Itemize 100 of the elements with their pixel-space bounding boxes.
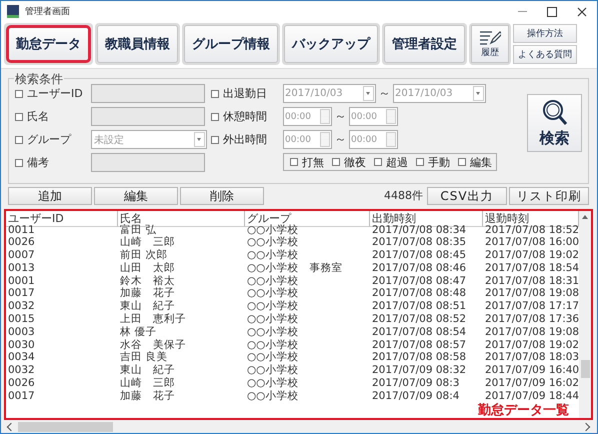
search-icon: [542, 98, 568, 126]
history-button[interactable]: 履歴: [471, 25, 509, 63]
table-cell-text: 2017/07/08 18:54: [484, 262, 580, 275]
table-cell-text: 山田 太郎: [119, 262, 176, 275]
scroll-thumb[interactable]: [580, 360, 590, 378]
input-field[interactable]: [91, 107, 205, 126]
table-cell-text: 2017/07/09 16:40: [484, 364, 580, 378]
nav-tab[interactable]: 勤怠データ: [6, 25, 91, 63]
help-button[interactable]: よくある質問: [513, 45, 577, 64]
table-cell-text: 2017/07/08 18:03: [484, 351, 580, 364]
table-cell-text: 2017/07/08 18:31: [484, 274, 580, 288]
nav-tab[interactable]: バックアップ: [284, 25, 378, 63]
action-button[interactable]: 追加: [8, 186, 92, 205]
table-cell-text: 吉田 良美: [119, 351, 168, 364]
search-button[interactable]: 検索: [527, 94, 582, 152]
table-cell-text: 加藤 花子: [119, 287, 176, 300]
table-cell-text: ○○小学校: [246, 377, 300, 390]
table-cell-text: 2017/07/08 08:54: [371, 326, 468, 339]
table-cell-text: 2017/07/08 08:51: [371, 300, 468, 314]
table-cell-text: ○○小学校: [246, 236, 300, 249]
table-cell-text: ○○小学校: [246, 351, 300, 364]
table-cell-text: 2017/07/08 08:46: [371, 262, 468, 275]
export-button[interactable]: CSV出力: [427, 186, 507, 205]
scroll-up-icon[interactable]: [582, 214, 588, 219]
table-cell-text: 前田 次郎: [119, 249, 168, 262]
export-button[interactable]: リスト印刷: [509, 186, 589, 205]
vertical-scrollbar[interactable]: [579, 210, 591, 418]
checkbox-label: 超過: [386, 154, 408, 170]
input-field[interactable]: [91, 153, 205, 172]
checkbox-label: 手動: [428, 154, 450, 170]
app-icon: [7, 5, 19, 18]
checkbox[interactable]: [290, 158, 298, 166]
table-cell-text: 0032: [7, 300, 36, 314]
table-cell-text: 2017/07/08 08:52: [371, 313, 468, 326]
nav-tab[interactable]: 管理者設定: [384, 25, 465, 63]
table-cell-text: 2017/07/08 08:47: [371, 274, 468, 288]
table-cell-text: 0026: [7, 236, 36, 250]
table-cell-text: 0001: [7, 274, 36, 288]
table-cell-text: 2017/07/09 08:3: [371, 377, 460, 390]
table-cell-text: 0030: [7, 338, 36, 352]
table-cell-text: 2017/07/08 08:58: [371, 351, 468, 364]
table-cell-text: ○○小学校: [246, 390, 300, 403]
checkbox[interactable]: [332, 158, 340, 166]
table-cell-text: ○○小学校: [246, 274, 300, 287]
list-pencil-icon: [479, 29, 501, 45]
window-title: 管理者画面: [25, 6, 71, 18]
checkbox[interactable]: [211, 136, 219, 144]
checkbox[interactable]: [15, 90, 23, 98]
checkbox[interactable]: [15, 136, 23, 144]
table-cell-text: 2017/07/08 17:36: [484, 313, 580, 326]
table-cell-text: ○○小学校: [246, 326, 300, 339]
table-cell-text: ○○小学校: [246, 313, 300, 326]
nav-tab[interactable]: 教職員情報: [97, 25, 178, 63]
help-button[interactable]: 操作方法: [513, 24, 577, 43]
checkbox[interactable]: [15, 158, 23, 166]
checkbox[interactable]: [15, 112, 23, 120]
action-button[interactable]: 編集: [94, 186, 178, 205]
checkbox[interactable]: [211, 112, 219, 120]
horizontal-scrollbar[interactable]: [4, 420, 593, 433]
field-label: ユーザーID: [27, 86, 84, 101]
record-count: 4488件: [384, 188, 423, 204]
field-label: 出退勤日: [223, 86, 268, 101]
table-cell-text: 0003: [7, 326, 36, 339]
table-cell-text: 2017/07/09 08:32: [371, 364, 468, 378]
checkbox-label: 打無: [302, 154, 324, 170]
action-button[interactable]: 削除: [180, 186, 264, 205]
checkbox[interactable]: [211, 90, 219, 98]
table-cell-text: 加藤 花子: [119, 390, 176, 403]
field-label: 休憩時間: [223, 109, 268, 124]
table-cell-text: 山崎 三郎: [119, 236, 176, 249]
table-cell-text: 2017/07/08 19:08: [484, 287, 580, 300]
table-cell-text: 2017/07/08 08:45: [371, 249, 468, 262]
range-separator: ～: [378, 85, 392, 102]
checkbox[interactable]: [458, 158, 466, 166]
field-label: グループ: [27, 132, 72, 147]
table-cell-text: ○○小学校: [246, 300, 300, 313]
table-cell-text: 2017/07/08 08:48: [371, 287, 468, 300]
checkbox[interactable]: [416, 158, 424, 166]
table-cell-text: 東山 紀子: [119, 364, 176, 377]
annotation-label: 勤怠データ一覧: [476, 403, 571, 418]
table-cell-text: 水谷 美保子: [119, 338, 187, 351]
range-separator: ～: [334, 108, 348, 125]
table-cell-text: 0034: [7, 351, 36, 364]
table-cell-text: 0026: [7, 377, 36, 390]
table-cell-text: 2017/07/08 19:02: [484, 338, 580, 352]
table-cell-text: ○○小学校: [246, 338, 300, 351]
group-legend: 検索条件: [14, 71, 64, 88]
table-cell-text: 2017/07/08 19:02: [484, 249, 580, 262]
table-cell-text: 山崎 三郎: [119, 377, 176, 390]
table-cell-text: 0032: [7, 364, 36, 378]
table-cell-text: ○○小学校: [246, 249, 300, 262]
table-cell-text: 2017/07/09 16:02: [484, 377, 580, 390]
scroll-thumb[interactable]: [18, 422, 113, 432]
table-cell-text: 0017: [7, 390, 36, 403]
input-field[interactable]: [91, 84, 205, 103]
checkbox[interactable]: [374, 158, 382, 166]
nav-tab[interactable]: グループ情報: [184, 25, 278, 63]
checkbox-label: 編集: [470, 154, 492, 170]
table-cell-text: 2017/07/08 08:57: [371, 338, 468, 352]
field-label: 外出時間: [223, 132, 268, 147]
